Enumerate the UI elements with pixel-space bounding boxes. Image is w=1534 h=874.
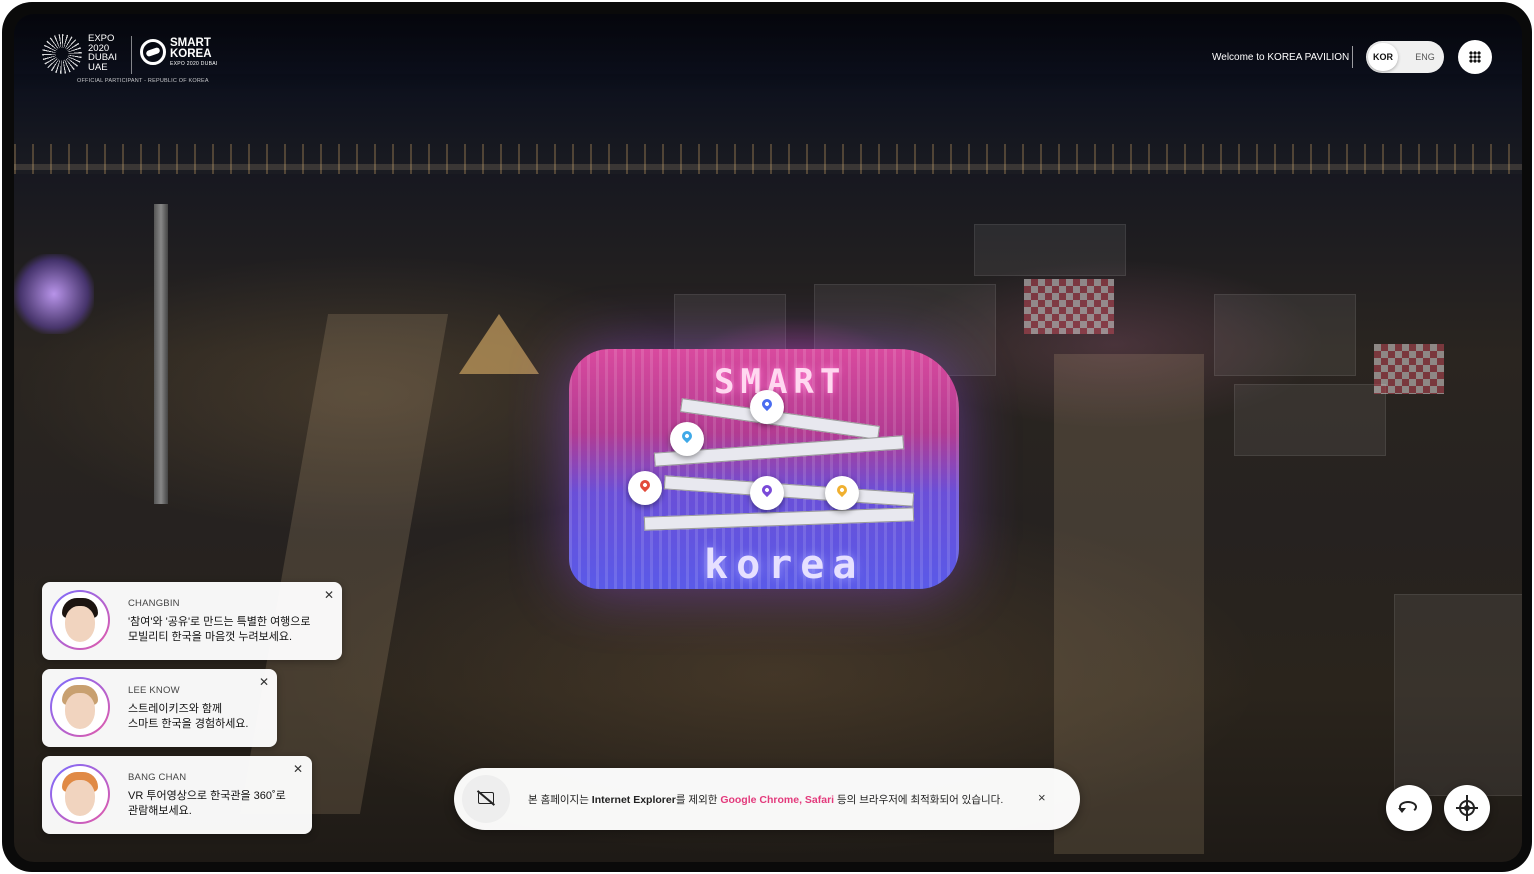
expo-logo-text: EXPO 2020 DUBAI UAE bbox=[88, 34, 130, 72]
chat-bubble-bang-chan[interactable]: BANG CHAN VR 투어영상으로 한국관을 360˚로 관람해보세요. ✕ bbox=[42, 756, 312, 834]
chat-line: 스트레이키즈와 함께 bbox=[128, 703, 223, 715]
notice-prefix: 본 홈페이지는 bbox=[528, 794, 592, 806]
chat-line: 스마트 한국을 경험하세요. bbox=[128, 718, 249, 730]
smart-korea-sub: EXPO 2020 DUBAI bbox=[170, 61, 218, 67]
building bbox=[974, 224, 1126, 276]
avatar bbox=[50, 590, 110, 650]
welcome-text: Welcome to KOREA PAVILION bbox=[1212, 52, 1350, 63]
pavilion-aerial-view[interactable]: SMART korea EXPO 2020 DUBAI UAE SMART KO… bbox=[14, 14, 1522, 862]
rotate-view-button[interactable] bbox=[1386, 785, 1432, 831]
avatar bbox=[50, 677, 110, 737]
chat-message: '참여'와 '공유'로 만드는 특별한 여행으로 모빌리티 한국을 마음껏 누려… bbox=[128, 615, 311, 645]
close-icon[interactable]: ✕ bbox=[324, 588, 334, 602]
chat-line: VR 투어영상으로 한국관을 360˚로 bbox=[128, 790, 286, 802]
notice-ie: Internet Explorer bbox=[591, 794, 676, 806]
pin-icon bbox=[679, 428, 695, 444]
grid-icon bbox=[1469, 51, 1481, 63]
locate-button[interactable] bbox=[1444, 785, 1490, 831]
expo-2020-logo-icon bbox=[42, 34, 82, 74]
chat-bubble-changbin[interactable]: CHANGBIN '참여'와 '공유'로 만드는 특별한 여행으로 모빌리티 한… bbox=[42, 582, 342, 660]
smart-korea-logo-icon[interactable] bbox=[140, 39, 166, 65]
promenade-right bbox=[1054, 354, 1204, 854]
chat-line: 관람해보세요. bbox=[128, 805, 192, 817]
smart-korea-logo-text[interactable]: SMART KOREA bbox=[170, 37, 212, 60]
notice-icon-circle bbox=[462, 775, 510, 823]
chat-message: 스트레이키즈와 함께 스마트 한국을 경험하세요. bbox=[128, 702, 249, 732]
chat-line: '참여'와 '공유'로 만드는 특별한 여행으로 bbox=[128, 616, 311, 628]
expo-line: UAE bbox=[88, 61, 108, 73]
building bbox=[674, 294, 786, 356]
led-screen bbox=[14, 254, 94, 334]
pin-icon bbox=[637, 477, 653, 493]
highway bbox=[14, 164, 1522, 170]
map-pin-blue[interactable] bbox=[750, 390, 784, 424]
checkered-pavilion bbox=[1374, 344, 1444, 394]
observation-tower bbox=[154, 204, 168, 504]
device-frame: SMART korea EXPO 2020 DUBAI UAE SMART KO… bbox=[2, 2, 1532, 872]
pin-icon bbox=[759, 396, 775, 412]
map-pin-yellow[interactable] bbox=[825, 476, 859, 510]
close-icon[interactable]: ✕ bbox=[259, 675, 269, 689]
pin-icon bbox=[759, 482, 775, 498]
chat-message: VR 투어영상으로 한국관을 360˚로 관람해보세요. bbox=[128, 789, 286, 819]
language-toggle[interactable]: KOR ENG bbox=[1366, 41, 1444, 73]
map-pin-lightblue[interactable] bbox=[670, 422, 704, 456]
avatar bbox=[50, 764, 110, 824]
building bbox=[1394, 594, 1522, 796]
rotate-icon bbox=[1398, 801, 1417, 813]
locate-icon bbox=[1456, 800, 1478, 816]
close-icon[interactable]: ✕ bbox=[293, 762, 303, 776]
checkered-pavilion bbox=[1024, 279, 1114, 334]
notice-suffix: 등의 브라우저에 최적화되어 있습니다. bbox=[834, 794, 1004, 806]
map-pin-purple[interactable] bbox=[750, 476, 784, 510]
map-pin-red[interactable] bbox=[628, 471, 662, 505]
notice-mid: 를 제외한 bbox=[675, 794, 721, 806]
menu-button[interactable] bbox=[1458, 40, 1492, 74]
browser-notice-bar: 본 홈페이지는 Internet Explorer를 제외한 Google Ch… bbox=[454, 768, 1080, 830]
chat-line: 모빌리티 한국을 마음껏 누려보세요. bbox=[128, 631, 293, 643]
pin-icon bbox=[834, 482, 850, 498]
chat-name: LEE KNOW bbox=[128, 685, 180, 696]
chat-name: BANG CHAN bbox=[128, 772, 187, 783]
no-screen-icon bbox=[478, 792, 494, 804]
logo-line: KOREA bbox=[170, 48, 212, 60]
lang-eng-option[interactable]: ENG bbox=[1410, 41, 1440, 73]
logo-divider bbox=[131, 36, 132, 74]
chat-bubble-lee-know[interactable]: LEE KNOW 스트레이키즈와 함께 스마트 한국을 경험하세요. ✕ bbox=[42, 669, 277, 747]
building bbox=[1234, 384, 1386, 456]
building bbox=[1214, 294, 1356, 376]
notice-close-icon[interactable]: × bbox=[1038, 790, 1046, 805]
top-header: EXPO 2020 DUBAI UAE SMART KOREA EXPO 202… bbox=[14, 14, 1522, 94]
header-divider bbox=[1352, 46, 1353, 68]
official-participant: OFFICIAL PARTICIPANT - REPUBLIC OF KOREA bbox=[77, 78, 209, 84]
notice-browsers: Google Chrome, Safari bbox=[720, 794, 835, 806]
chat-name: CHANGBIN bbox=[128, 598, 180, 609]
pavilion-sign-korea: korea bbox=[704, 542, 865, 588]
cone-pavilion bbox=[459, 314, 539, 374]
notice-text: 본 홈페이지는 Internet Explorer를 제외한 Google Ch… bbox=[528, 792, 1003, 807]
lang-kor-option[interactable]: KOR bbox=[1368, 43, 1398, 71]
